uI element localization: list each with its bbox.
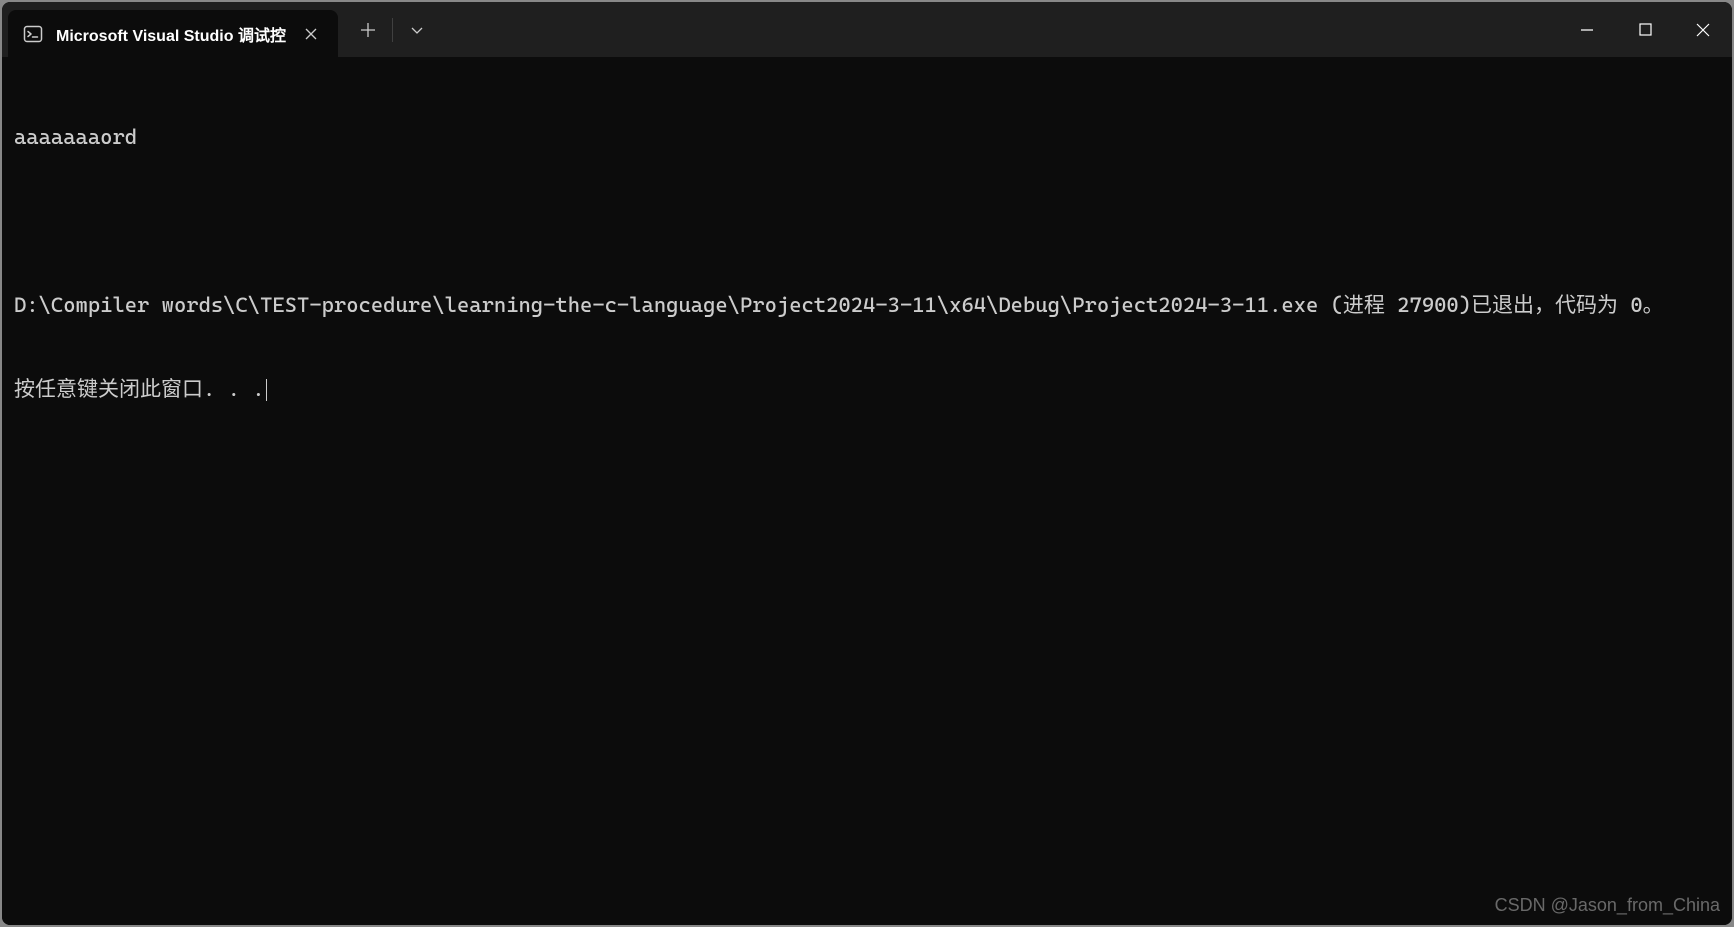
output-prompt-line: 按任意键关闭此窗口. . . (14, 375, 1720, 403)
output-line: D:\Compiler words\C\TEST-procedure\learn… (14, 291, 1720, 319)
plus-icon (361, 23, 375, 37)
maximize-icon (1639, 23, 1652, 36)
new-tab-button[interactable] (346, 11, 390, 49)
tab-close-button[interactable] (298, 21, 324, 47)
tab-controls (346, 2, 439, 57)
active-tab[interactable]: Microsoft Visual Studio 调试控 (8, 10, 338, 57)
tab-title: Microsoft Visual Studio 调试控 (56, 22, 286, 46)
output-line: aaaaaaaord (14, 123, 1720, 151)
titlebar: Microsoft Visual Studio 调试控 (2, 2, 1732, 57)
chevron-down-icon (410, 23, 424, 37)
text-cursor (266, 379, 267, 401)
close-window-button[interactable] (1674, 2, 1732, 57)
close-icon (1696, 23, 1710, 37)
tab-dropdown-button[interactable] (395, 11, 439, 49)
maximize-button[interactable] (1616, 2, 1674, 57)
titlebar-left: Microsoft Visual Studio 调试控 (2, 2, 439, 57)
window-controls (1558, 2, 1732, 57)
divider (392, 18, 393, 42)
terminal-icon (22, 23, 44, 45)
watermark: CSDN @Jason_from_China (1495, 891, 1720, 919)
terminal-output[interactable]: aaaaaaaord D:\Compiler words\C\TEST-proc… (2, 57, 1732, 925)
output-line-text: 按任意键关闭此窗口. . . (14, 377, 265, 401)
close-icon (305, 28, 317, 40)
terminal-window: Microsoft Visual Studio 调试控 (2, 2, 1732, 925)
minimize-icon (1580, 23, 1594, 37)
blank-line (14, 207, 1720, 235)
minimize-button[interactable] (1558, 2, 1616, 57)
